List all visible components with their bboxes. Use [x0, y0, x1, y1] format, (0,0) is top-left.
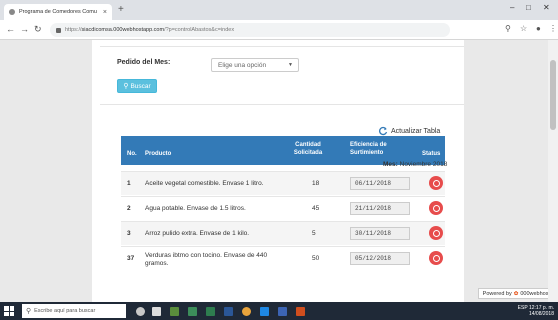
- lock-icon: [56, 27, 61, 33]
- tray-lang: ESP: [517, 305, 528, 311]
- refresh-icon: [379, 126, 388, 136]
- row-no: 37: [127, 255, 135, 262]
- table-row: 1 Aceite vegetal comestible. Envase 1 li…: [121, 171, 445, 195]
- new-tab-button[interactable]: +: [118, 4, 124, 16]
- month-label: Mes:: [383, 161, 398, 168]
- zoom-icon[interactable]: ⚲: [505, 24, 511, 33]
- search-icon: ⚲: [123, 83, 129, 90]
- menu-icon[interactable]: ⋮: [549, 24, 557, 33]
- row-cantidad: 50: [312, 255, 320, 262]
- powered-by-badge[interactable]: Powered by ✿ 000webhost: [477, 288, 555, 299]
- status-icon[interactable]: [429, 226, 443, 240]
- row-producto: Verduras ibtmo con tocino. Envase de 440…: [145, 252, 268, 267]
- address-bar: ← → ↻ https://siacdicomsa.000webhostapp.…: [0, 20, 558, 40]
- page-scrollbar[interactable]: [548, 40, 558, 302]
- bookmark-star-icon[interactable]: ☆: [520, 24, 527, 33]
- header-cantidad: Cantidad Solicitada: [293, 142, 323, 156]
- app-icon[interactable]: [278, 307, 287, 316]
- taskbar: ⚲ Escribe aquí para buscar ESP 12:17 p. …: [0, 302, 558, 320]
- search-icon: ⚲: [26, 308, 32, 315]
- search-button-label: Buscar: [130, 82, 151, 90]
- profile-icon[interactable]: ●: [536, 24, 541, 33]
- browser-tab-bar: Programa de Comedores Comu × + – □ ✕: [0, 0, 558, 20]
- row-fecha-field[interactable]: 21/11/2018: [350, 202, 410, 215]
- app-icon[interactable]: [170, 307, 179, 316]
- month-caption: Mes: Noviembre 2018: [383, 161, 447, 168]
- form-divider: [100, 104, 464, 105]
- forward-icon[interactable]: →: [20, 24, 29, 34]
- row-cantidad: 5: [312, 230, 316, 237]
- edge-icon[interactable]: [260, 307, 269, 316]
- status-icon[interactable]: [429, 251, 443, 265]
- url-text: https://siacdicomsa.000webhostapp.com/?p…: [65, 27, 235, 33]
- row-fecha-field[interactable]: 05/12/2018: [350, 252, 410, 265]
- host-logo-icon: ✿: [513, 290, 519, 297]
- row-cantidad: 45: [312, 205, 320, 212]
- header-status: Status: [422, 151, 441, 157]
- tab-close-icon[interactable]: ×: [103, 9, 107, 16]
- refresh-table-button[interactable]: Actualizar Tabla: [378, 126, 440, 136]
- month-value: Noviembre 2018: [399, 161, 448, 168]
- minimize-icon[interactable]: –: [510, 3, 514, 12]
- close-window-icon[interactable]: ✕: [543, 3, 550, 12]
- browser-tab[interactable]: Programa de Comedores Comu ×: [4, 4, 112, 20]
- system-tray[interactable]: ESP 12:17 p. m. 14/08/2018: [518, 305, 554, 317]
- row-no: 3: [127, 230, 131, 237]
- taskbar-search-placeholder: Escribe aquí para buscar: [34, 308, 96, 314]
- chrome-icon[interactable]: [242, 307, 251, 316]
- maximize-icon[interactable]: □: [526, 3, 531, 12]
- taskbar-search-input[interactable]: ⚲ Escribe aquí para buscar: [22, 304, 126, 318]
- excel-icon[interactable]: [206, 307, 215, 316]
- task-view-icon[interactable]: [152, 307, 161, 316]
- row-producto: Aceite vegetal comestible. Envase 1 litr…: [145, 180, 264, 187]
- select-value: Elige una opción: [218, 62, 267, 69]
- table-row: 2 Agua potable. Envase de 1.5 litros. 45…: [121, 196, 445, 220]
- powerpoint-icon[interactable]: [296, 307, 305, 316]
- header-no: No.: [127, 151, 137, 157]
- tab-title: Programa de Comedores Comu: [19, 9, 97, 15]
- row-fecha-field[interactable]: 30/11/2018: [350, 227, 410, 240]
- windows-start-icon[interactable]: [4, 306, 14, 316]
- status-icon[interactable]: [429, 201, 443, 215]
- table-row: 37 Verduras ibtmo con tocino. Envase de …: [121, 246, 445, 274]
- pedido-label: Pedido del Mes:: [117, 59, 171, 66]
- powered-by-label: Powered by: [482, 290, 512, 297]
- word-icon[interactable]: [224, 307, 233, 316]
- top-divider: [100, 46, 464, 47]
- row-no: 2: [127, 205, 131, 212]
- refresh-table-label: Actualizar Tabla: [391, 127, 441, 135]
- back-icon[interactable]: ←: [6, 24, 15, 34]
- search-button[interactable]: ⚲ Buscar: [117, 79, 157, 93]
- page-viewport: Pedido del Mes: Elige una opción ▼ ⚲ Bus…: [0, 40, 558, 302]
- app-icon[interactable]: [188, 307, 197, 316]
- url-field[interactable]: https://siacdicomsa.000webhostapp.com/?p…: [50, 23, 450, 37]
- month-select[interactable]: Elige una opción ▼: [211, 58, 299, 72]
- status-icon[interactable]: [429, 176, 443, 190]
- reload-icon[interactable]: ↻: [34, 24, 42, 34]
- header-producto: Producto: [145, 151, 172, 157]
- row-producto: Agua potable. Envase de 1.5 litros.: [145, 205, 246, 212]
- scrollbar-thumb[interactable]: [550, 60, 556, 130]
- row-cantidad: 18: [312, 180, 320, 187]
- row-fecha-field[interactable]: 06/11/2018: [350, 177, 410, 190]
- table-row: 3 Arroz pulido extra. Envase de 1 kilo. …: [121, 221, 445, 245]
- chevron-down-icon: ▼: [288, 62, 293, 68]
- tray-date: 14/08/2018: [528, 311, 554, 317]
- favicon-icon: [9, 9, 15, 15]
- row-no: 1: [127, 180, 131, 187]
- host-name: 000webhost: [520, 290, 550, 297]
- cortana-mic-icon[interactable]: [136, 307, 145, 316]
- header-eficiencia: Eficiencia de Surtimiento: [350, 142, 387, 156]
- row-producto: Arroz pulido extra. Envase de 1 kilo.: [145, 230, 250, 237]
